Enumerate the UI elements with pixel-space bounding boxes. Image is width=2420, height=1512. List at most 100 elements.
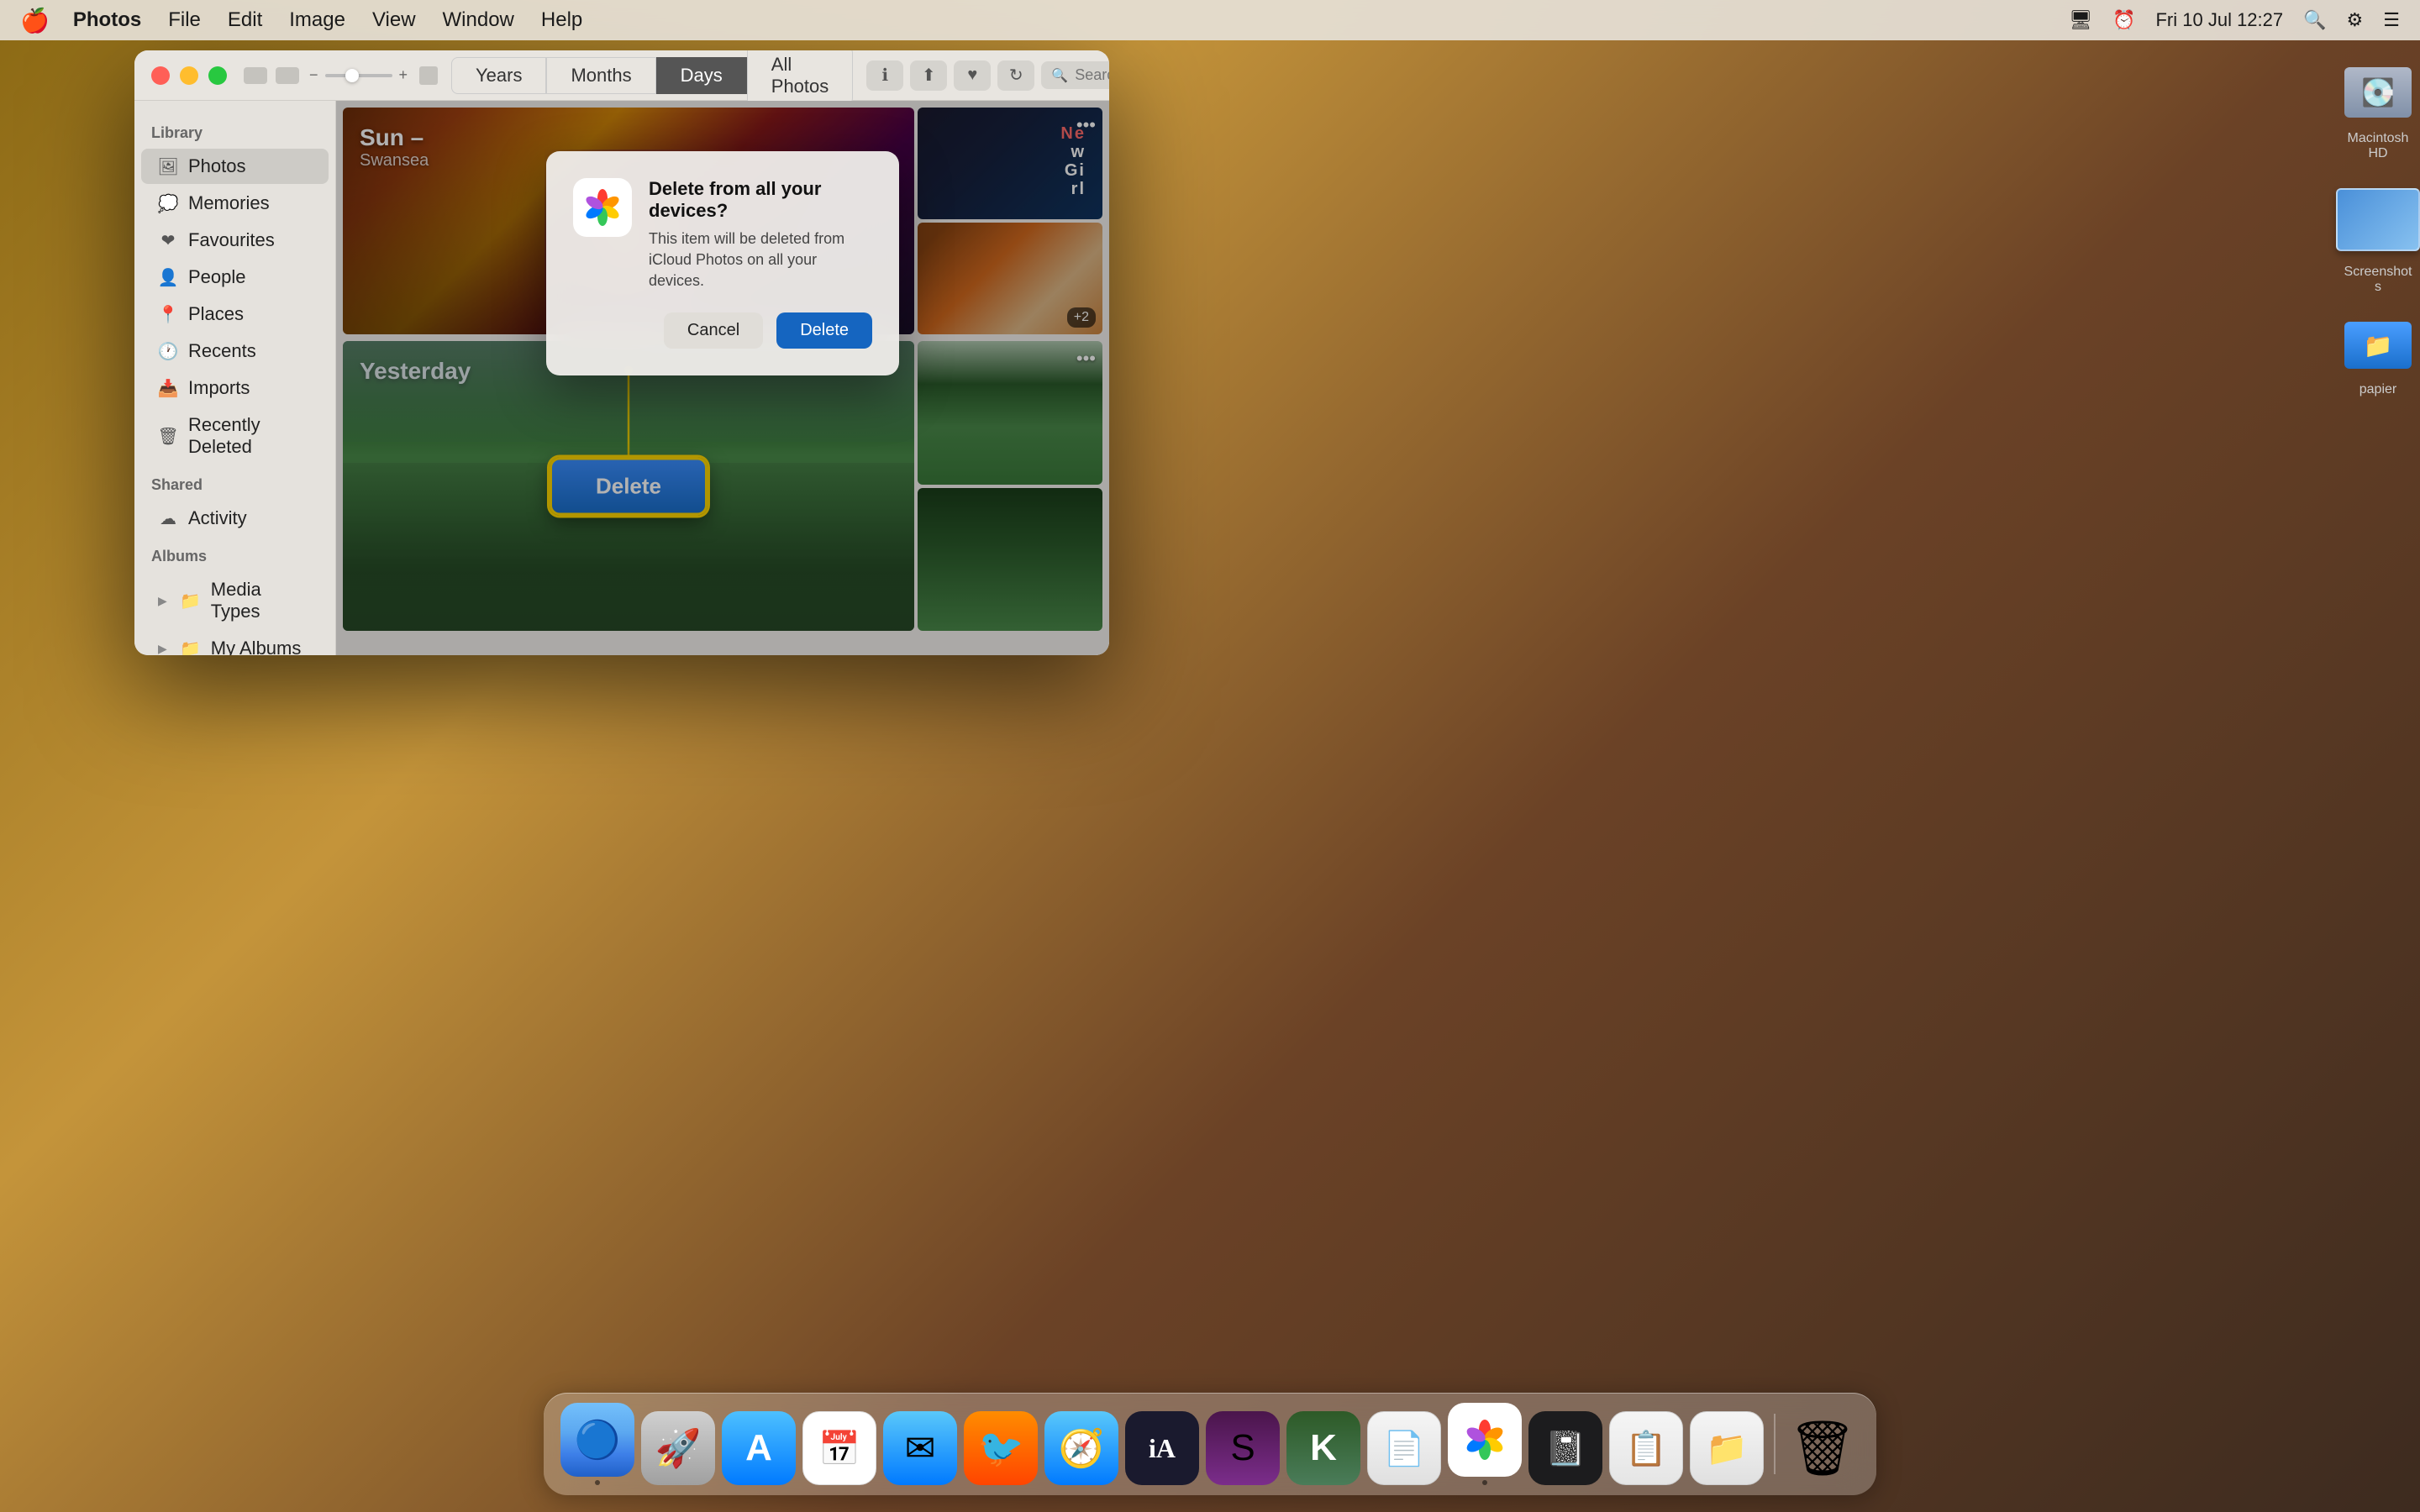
- sidebar-item-memories[interactable]: 💭 Memories: [141, 186, 329, 221]
- sidebar-item-my-albums[interactable]: ▶ 📁 My Albums: [141, 631, 329, 655]
- sidebar-item-media-types[interactable]: ▶ 📁 Media Types: [141, 572, 329, 629]
- sidebar-item-people[interactable]: 👤 People: [141, 260, 329, 295]
- delete-dialog: Delete from all your devices? This item …: [546, 151, 899, 375]
- heart-button[interactable]: ♥: [954, 60, 991, 91]
- sidebar-item-recently-deleted-label: Recently Deleted: [188, 414, 312, 458]
- search-bar[interactable]: 🔍: [1041, 61, 1109, 89]
- maximize-button[interactable]: [208, 66, 227, 85]
- menu-file[interactable]: File: [168, 8, 201, 32]
- nav-tabs: Years Months Days All Photos: [451, 50, 853, 105]
- window-content: Library 🖼 Photos 💭 Memories ❤ Favourites…: [134, 101, 1109, 655]
- docs1-icon: 📄: [1367, 1411, 1441, 1485]
- dock-item-slack[interactable]: S: [1206, 1411, 1280, 1485]
- dock-item-calendar[interactable]: 📅: [802, 1411, 876, 1485]
- grid-icon[interactable]: [419, 66, 438, 85]
- dock-item-iawriter[interactable]: iA: [1125, 1411, 1199, 1485]
- sidebar-item-places-label: Places: [188, 303, 244, 325]
- menubar-control-icon[interactable]: ⚙: [2347, 9, 2364, 31]
- dialog-buttons: Cancel Delete: [573, 312, 872, 349]
- files-icon: 📁: [1690, 1411, 1764, 1485]
- dock-item-docs2[interactable]: 📋: [1609, 1411, 1683, 1485]
- search-icon: 🔍: [1051, 67, 1068, 84]
- appstore-icon: A: [722, 1411, 796, 1485]
- tab-years[interactable]: Years: [451, 57, 546, 94]
- dock-item-docs1[interactable]: 📄: [1367, 1411, 1441, 1485]
- dock-item-launchpad[interactable]: 🚀: [641, 1411, 715, 1485]
- dock-item-finder[interactable]: 🔵: [560, 1403, 634, 1485]
- toolbar-right: ℹ ⬆ ♥ ↻ 🔍: [866, 60, 1109, 91]
- sidebar-toggle-icon[interactable]: [244, 67, 267, 84]
- desktop-right-strip: 💽 Macintosh HD Screenshots 📁 papier: [2336, 0, 2420, 1512]
- view-toggle-icon[interactable]: [276, 67, 299, 84]
- menubar-menu-icon[interactable]: ☰: [2383, 9, 2400, 31]
- dock-item-twitterific[interactable]: 🐦: [964, 1411, 1038, 1485]
- menu-photos[interactable]: Photos: [73, 8, 141, 32]
- dock-item-mail[interactable]: ✉: [883, 1411, 957, 1485]
- collapse-icon-media-types[interactable]: ▶: [158, 594, 167, 608]
- imports-icon: 📥: [158, 378, 178, 398]
- desktop: 🍎 Photos File Edit Image View Window Hel…: [0, 0, 2420, 1512]
- screenshots-stack[interactable]: [2336, 188, 2420, 251]
- calendar-icon: 📅: [802, 1411, 876, 1485]
- trash-icon: 🗑: [1786, 1411, 1860, 1485]
- blue-folder-icon[interactable]: 📁: [2344, 322, 2412, 369]
- people-icon: 👤: [158, 267, 178, 287]
- menu-image[interactable]: Image: [289, 8, 345, 32]
- sidebar-item-recents[interactable]: 🕐 Recents: [141, 333, 329, 369]
- dock-item-kvantum[interactable]: K: [1286, 1411, 1360, 1485]
- zoom-in-icon[interactable]: +: [399, 66, 408, 84]
- dock-separator: [1774, 1414, 1776, 1474]
- tab-months[interactable]: Months: [546, 57, 655, 94]
- notes-icon: 📓: [1528, 1411, 1602, 1485]
- zoom-slider[interactable]: [325, 74, 392, 77]
- sidebar-item-favourites-label: Favourites: [188, 229, 275, 251]
- close-button[interactable]: [151, 66, 170, 85]
- menu-view[interactable]: View: [372, 8, 416, 32]
- media-types-icon: 📁: [181, 591, 201, 611]
- menubar-search-icon[interactable]: 🔍: [2303, 9, 2326, 31]
- menubar-monitor-icon: 🖥: [2069, 9, 2092, 31]
- dock-item-safari[interactable]: 🧭: [1044, 1411, 1118, 1485]
- sidebar-item-activity-label: Activity: [188, 507, 247, 529]
- sidebar-item-favourites[interactable]: ❤ Favourites: [141, 223, 329, 258]
- blue-folder-label: papier: [2360, 382, 2396, 397]
- zoom-out-icon[interactable]: −: [309, 66, 318, 84]
- photo-area: Sun – Swansea •••: [336, 101, 1109, 655]
- docs2-icon: 📋: [1609, 1411, 1683, 1485]
- sidebar-item-imports[interactable]: 📥 Imports: [141, 370, 329, 406]
- share-button[interactable]: ⬆: [910, 60, 947, 91]
- sidebar-item-photos[interactable]: 🖼 Photos: [141, 149, 329, 184]
- places-icon: 📍: [158, 304, 178, 324]
- dock-item-photos[interactable]: [1448, 1403, 1522, 1485]
- sidebar-item-imports-label: Imports: [188, 377, 250, 399]
- sidebar-item-recently-deleted[interactable]: 🗑 Recently Deleted: [141, 407, 329, 465]
- sidebar-item-recents-label: Recents: [188, 340, 256, 362]
- sidebar-item-places[interactable]: 📍 Places: [141, 297, 329, 332]
- sidebar-section-shared: Shared: [134, 466, 335, 499]
- apple-menu[interactable]: 🍎: [20, 7, 50, 34]
- menubar-items: Photos File Edit Image View Window Help: [73, 8, 582, 32]
- dock-item-appstore[interactable]: A: [722, 1411, 796, 1485]
- menu-edit[interactable]: Edit: [228, 8, 262, 32]
- dock-item-trash[interactable]: 🗑: [1786, 1411, 1860, 1485]
- dock-item-notes[interactable]: 📓: [1528, 1411, 1602, 1485]
- tab-all-photos[interactable]: All Photos: [747, 50, 854, 105]
- menu-window[interactable]: Window: [443, 8, 514, 32]
- sidebar-item-activity[interactable]: ☁ Activity: [141, 501, 329, 536]
- dock-item-files[interactable]: 📁: [1690, 1411, 1764, 1485]
- slack-icon: S: [1206, 1411, 1280, 1485]
- menu-help[interactable]: Help: [541, 8, 582, 32]
- sidebar-item-media-types-label: Media Types: [211, 579, 312, 622]
- search-input[interactable]: [1075, 66, 1109, 84]
- cancel-button[interactable]: Cancel: [664, 312, 763, 349]
- macintosh-hd-icon[interactable]: 💽: [2344, 67, 2412, 118]
- kvantum-icon: K: [1286, 1411, 1360, 1485]
- minimize-button[interactable]: [180, 66, 198, 85]
- info-button[interactable]: ℹ: [866, 60, 903, 91]
- rotate-button[interactable]: ↻: [997, 60, 1034, 91]
- delete-button[interactable]: Delete: [776, 312, 872, 349]
- tab-days[interactable]: Days: [656, 57, 747, 94]
- photos-window: − + Years Months Days All Photos ℹ ⬆ ♥ ↻: [134, 50, 1109, 655]
- finder-icon: 🔵: [560, 1403, 634, 1477]
- collapse-icon-my-albums[interactable]: ▶: [158, 642, 167, 656]
